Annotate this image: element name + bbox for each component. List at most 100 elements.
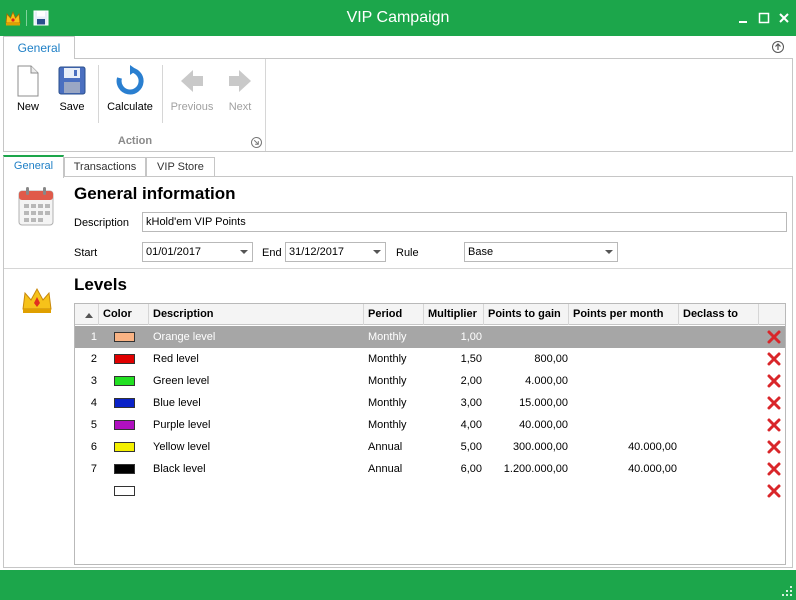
table-row[interactable]: 3 Green level Monthly 2,00 4.000,00: [75, 370, 785, 392]
group-launcher-icon[interactable]: [251, 137, 262, 148]
rule-select[interactable]: Base: [464, 242, 618, 262]
cell-declass-to[interactable]: [683, 414, 757, 436]
tab-general[interactable]: General: [3, 155, 64, 178]
column-header-multiplier[interactable]: Multiplier: [424, 304, 484, 325]
calculate-button[interactable]: Calculate: [104, 65, 156, 121]
cell-points-to-gain[interactable]: 4.000,00: [484, 370, 568, 392]
cell-declass-to[interactable]: [683, 458, 757, 480]
cell-points-per-month[interactable]: 40.000,00: [569, 436, 677, 458]
table-row[interactable]: 1 Orange level Monthly 1,00: [75, 326, 785, 348]
cell-points-per-month[interactable]: [569, 392, 677, 414]
cell-multiplier[interactable]: 4,00: [424, 414, 482, 436]
cell-multiplier[interactable]: 2,00: [424, 370, 482, 392]
cell-points-per-month[interactable]: [569, 348, 677, 370]
column-header-description[interactable]: Description: [149, 304, 364, 325]
end-date-picker[interactable]: 31/12/2017: [285, 242, 386, 262]
cell-multiplier[interactable]: [424, 480, 482, 502]
delete-icon[interactable]: [766, 395, 782, 411]
delete-icon[interactable]: [766, 351, 782, 367]
tab-vip-store[interactable]: VIP Store: [146, 157, 215, 177]
chevron-down-icon[interactable]: [240, 250, 248, 254]
cell-period[interactable]: Monthly: [368, 414, 424, 436]
next-button[interactable]: Next: [222, 65, 258, 121]
description-input[interactable]: kHold'em VIP Points: [142, 212, 787, 232]
cell-points-to-gain[interactable]: [484, 480, 568, 502]
delete-icon[interactable]: [766, 483, 782, 499]
color-swatch[interactable]: [114, 398, 135, 408]
maximize-icon[interactable]: [756, 10, 772, 26]
cell-declass-to[interactable]: [683, 326, 757, 348]
column-header-declass-to[interactable]: Declass to: [679, 304, 759, 325]
cell-period[interactable]: Monthly: [368, 392, 424, 414]
table-row[interactable]: 2 Red level Monthly 1,50 800,00: [75, 348, 785, 370]
delete-icon[interactable]: [766, 329, 782, 345]
save-button[interactable]: Save: [54, 65, 90, 121]
cell-declass-to[interactable]: [683, 348, 757, 370]
previous-button[interactable]: Previous: [168, 65, 216, 121]
cell-description[interactable]: Black level: [153, 458, 358, 480]
color-swatch[interactable]: [114, 420, 135, 430]
close-icon[interactable]: [776, 10, 792, 26]
color-swatch[interactable]: [114, 376, 135, 386]
cell-points-per-month[interactable]: [569, 370, 677, 392]
color-swatch[interactable]: [114, 442, 135, 452]
delete-icon[interactable]: [766, 417, 782, 433]
resize-grip-icon[interactable]: [782, 586, 792, 596]
table-row[interactable]: 4 Blue level Monthly 3,00 15.000,00: [75, 392, 785, 414]
chevron-down-icon[interactable]: [605, 250, 613, 254]
cell-period[interactable]: Monthly: [368, 348, 424, 370]
cell-points-per-month[interactable]: [569, 414, 677, 436]
cell-points-per-month[interactable]: [569, 480, 677, 502]
minimize-icon[interactable]: [735, 10, 751, 26]
table-row[interactable]: 6 Yellow level Annual 5,00 300.000,00 40.000,…: [75, 436, 785, 458]
column-header-color[interactable]: Color: [99, 304, 149, 325]
cell-period[interactable]: Annual: [368, 436, 424, 458]
color-swatch[interactable]: [114, 486, 135, 496]
cell-period[interactable]: [368, 480, 424, 502]
cell-points-to-gain[interactable]: 800,00: [484, 348, 568, 370]
color-swatch[interactable]: [114, 332, 135, 342]
cell-description[interactable]: Blue level: [153, 392, 358, 414]
cell-points-to-gain[interactable]: 15.000,00: [484, 392, 568, 414]
delete-icon[interactable]: [766, 439, 782, 455]
column-header-points-to-gain[interactable]: Points to gain: [484, 304, 569, 325]
cell-points-to-gain[interactable]: 300.000,00: [484, 436, 568, 458]
delete-icon[interactable]: [766, 373, 782, 389]
cell-description[interactable]: Purple level: [153, 414, 358, 436]
color-swatch[interactable]: [114, 464, 135, 474]
cell-description[interactable]: Red level: [153, 348, 358, 370]
sort-indicator[interactable]: [75, 304, 99, 325]
cell-multiplier[interactable]: 5,00: [424, 436, 482, 458]
cell-description[interactable]: Orange level: [153, 326, 358, 348]
cell-declass-to[interactable]: [683, 370, 757, 392]
chevron-down-icon[interactable]: [373, 250, 381, 254]
cell-description[interactable]: Yellow level: [153, 436, 358, 458]
cell-period[interactable]: Annual: [368, 458, 424, 480]
cell-declass-to[interactable]: [683, 480, 757, 502]
cell-points-to-gain[interactable]: [484, 326, 568, 348]
start-date-picker[interactable]: 01/01/2017: [142, 242, 253, 262]
cell-multiplier[interactable]: 1,50: [424, 348, 482, 370]
table-row[interactable]: 5 Purple level Monthly 4,00 40.000,00: [75, 414, 785, 436]
cell-declass-to[interactable]: [683, 392, 757, 414]
cell-points-per-month[interactable]: 40.000,00: [569, 458, 677, 480]
table-row[interactable]: 7 Black level Annual 6,00 1.200.000,00 40.000…: [75, 458, 785, 480]
table-row[interactable]: [75, 480, 785, 502]
cell-points-per-month[interactable]: [569, 326, 677, 348]
cell-period[interactable]: Monthly: [368, 326, 424, 348]
ribbon-tab-general[interactable]: General: [3, 36, 75, 59]
cell-points-to-gain[interactable]: 40.000,00: [484, 414, 568, 436]
cell-points-to-gain[interactable]: 1.200.000,00: [484, 458, 568, 480]
cell-description[interactable]: [153, 480, 358, 502]
new-button[interactable]: New: [10, 65, 46, 121]
cell-period[interactable]: Monthly: [368, 370, 424, 392]
cell-description[interactable]: Green level: [153, 370, 358, 392]
collapse-ribbon-icon[interactable]: [772, 41, 784, 53]
cell-multiplier[interactable]: 3,00: [424, 392, 482, 414]
cell-multiplier[interactable]: 6,00: [424, 458, 482, 480]
delete-icon[interactable]: [766, 461, 782, 477]
cell-multiplier[interactable]: 1,00: [424, 326, 482, 348]
column-header-period[interactable]: Period: [364, 304, 424, 325]
column-header-points-per-month[interactable]: Points per month: [569, 304, 679, 325]
color-swatch[interactable]: [114, 354, 135, 364]
